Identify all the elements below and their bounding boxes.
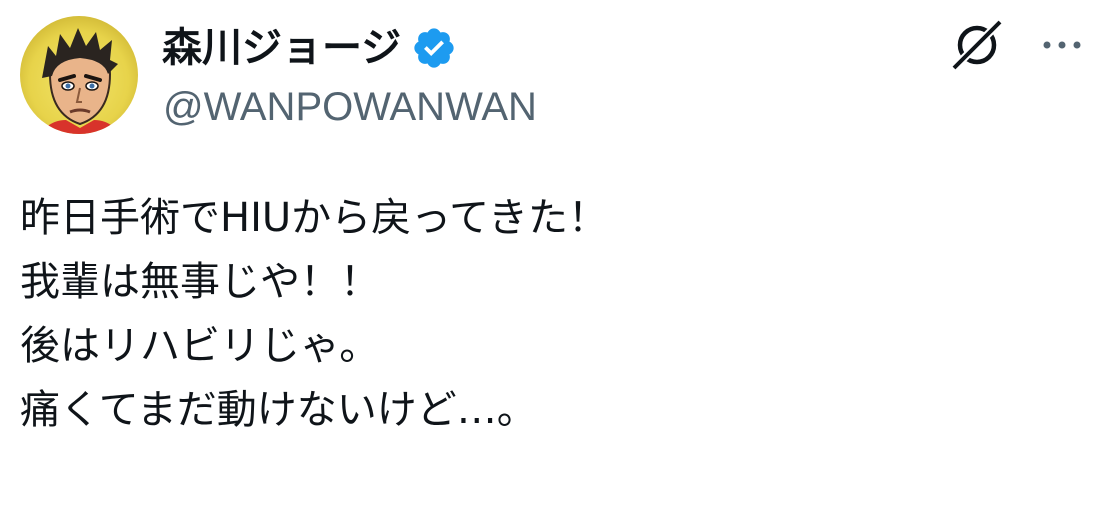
tweet-line: 昨日手術でHIUから戻ってきた！ (20, 195, 608, 241)
tweet-text: 昨日手術でHIUから戻ってきた！ 我輩は無事じや！！ 後はリハビリじゃ。 痛くて… (20, 186, 1080, 442)
author-name-row: 森川ジョージ (162, 20, 457, 76)
tweet-line: 痛くてまだ動けないけど…。 (20, 387, 537, 433)
verified-badge-icon (411, 25, 457, 71)
more-options-icon[interactable] (1040, 30, 1084, 60)
avatar[interactable] (20, 16, 138, 134)
tweet-line: 我輩は無事じや！！ (20, 259, 380, 305)
display-name[interactable]: 森川ジョージ (162, 20, 401, 76)
grok-icon[interactable] (948, 16, 1006, 74)
tweet-line: 後はリハビリじゃ。 (20, 323, 380, 369)
author-handle[interactable]: @WANPOWANWAN (163, 80, 537, 134)
avatar-image (20, 16, 138, 134)
